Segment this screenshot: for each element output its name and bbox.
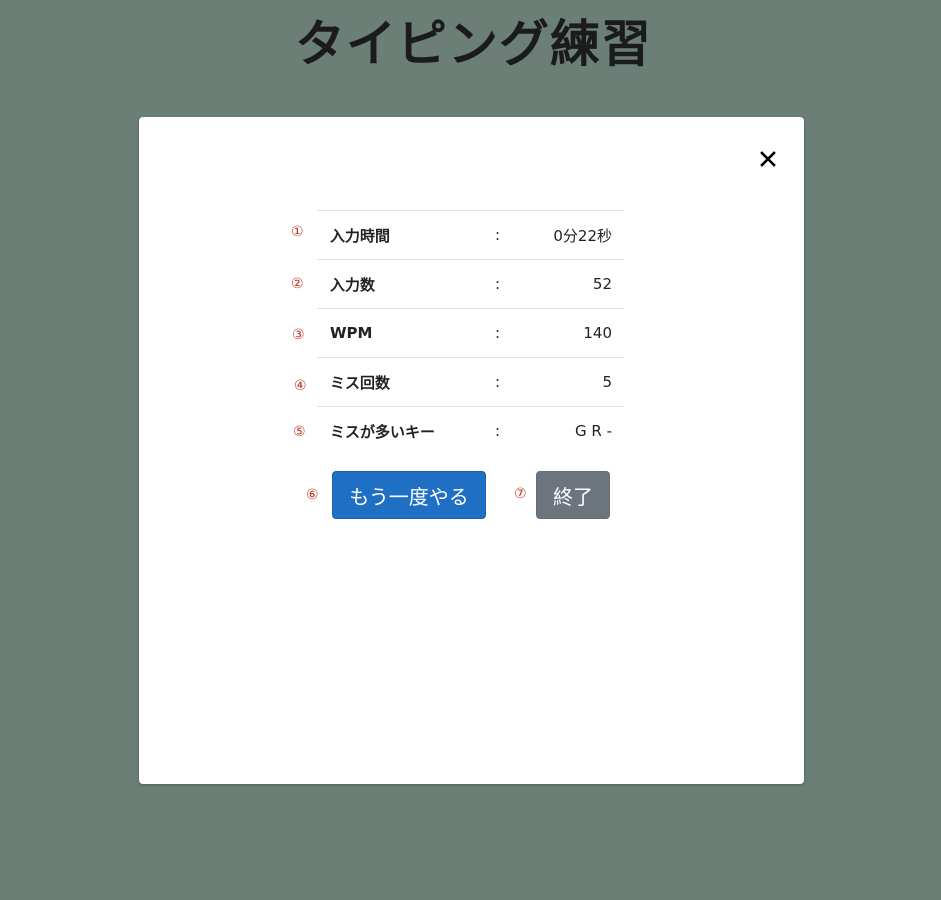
result-separator: : [495, 210, 525, 260]
retry-button[interactable]: もう一度やる [332, 471, 486, 519]
marker-2: ② [291, 276, 304, 292]
table-row: ミスが多いキー : G R - [317, 406, 624, 455]
result-separator: : [495, 357, 525, 407]
result-modal: ① ② ③ ④ ⑤ 入力時間 : 0分22秒 入力数 : 52 WPM : 14… [139, 117, 804, 784]
result-separator: : [495, 406, 525, 455]
table-row: 入力数 : 52 [317, 259, 624, 309]
result-value-input-count: 52 [525, 259, 624, 309]
marker-5: ⑤ [293, 424, 306, 440]
result-value-wpm: 140 [525, 308, 624, 358]
table-row: 入力時間 : 0分22秒 [317, 210, 624, 260]
marker-7: ⑦ [514, 486, 527, 502]
result-value-frequent-miss-keys: G R - [525, 406, 624, 455]
table-row: ミス回数 : 5 [317, 357, 624, 407]
result-value-miss-count: 5 [525, 357, 624, 407]
result-label-input-count: 入力数 [317, 259, 495, 309]
result-separator: : [495, 308, 525, 358]
marker-4: ④ [294, 378, 307, 394]
marker-6: ⑥ [306, 487, 319, 503]
result-label-frequent-miss-keys: ミスが多いキー [317, 406, 495, 455]
page-title: タイピング練習 [295, 15, 652, 73]
close-icon [760, 151, 776, 167]
marker-1: ① [291, 224, 304, 240]
result-label-wpm: WPM [317, 308, 495, 358]
close-button[interactable] [756, 145, 780, 173]
result-separator: : [495, 259, 525, 309]
marker-3: ③ [292, 327, 305, 343]
quit-button[interactable]: 終了 [536, 471, 610, 519]
result-value-input-time: 0分22秒 [525, 210, 624, 260]
table-row: WPM : 140 [317, 308, 624, 358]
result-label-input-time: 入力時間 [317, 210, 495, 260]
results-table: 入力時間 : 0分22秒 入力数 : 52 WPM : 140 ミス回数 : 5… [317, 210, 624, 455]
result-label-miss-count: ミス回数 [317, 357, 495, 407]
